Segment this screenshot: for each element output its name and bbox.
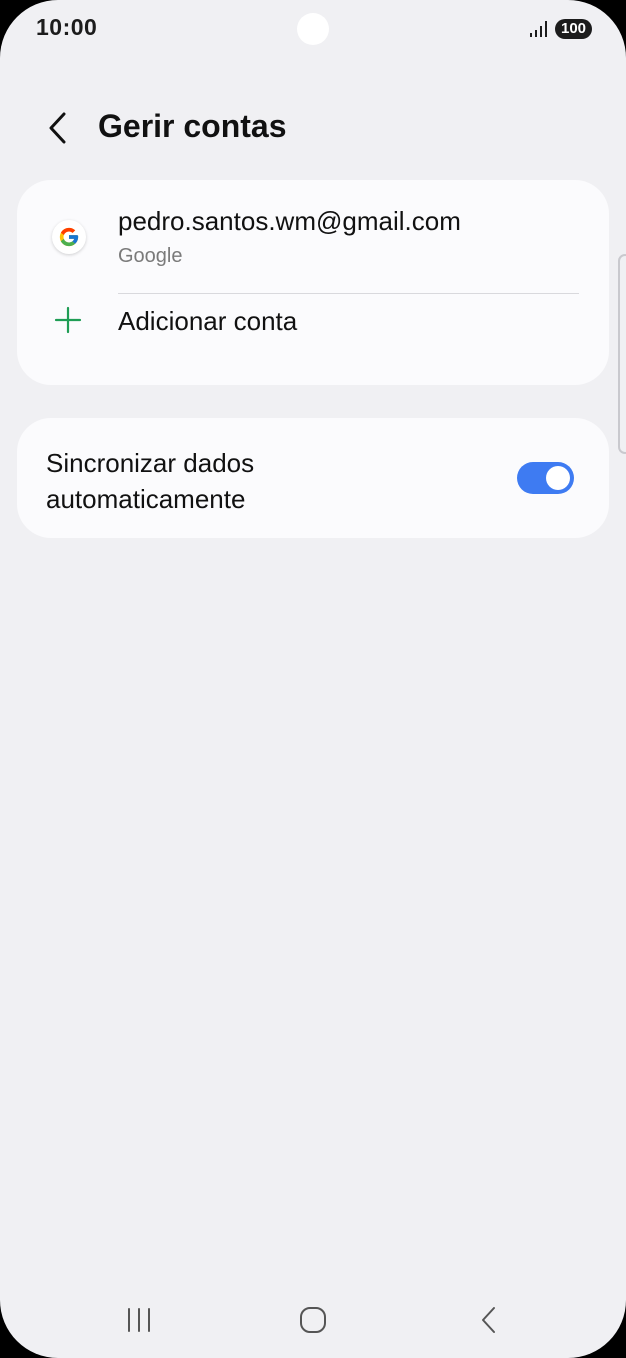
account-row[interactable]: pedro.santos.wm@gmail.com Google <box>17 180 609 293</box>
recents-icon <box>128 1308 150 1332</box>
back-icon <box>482 1307 495 1333</box>
status-time: 10:00 <box>36 14 98 40</box>
front-camera <box>297 13 329 45</box>
navigation-bar <box>0 1290 626 1350</box>
toggle-knob <box>546 466 570 490</box>
recents-button[interactable] <box>117 1300 161 1340</box>
plus-icon <box>54 306 82 334</box>
page-title: Gerir contas <box>98 108 287 144</box>
nav-back-button[interactable] <box>467 1300 511 1340</box>
add-account-button[interactable]: Adicionar conta <box>17 294 609 385</box>
phone-screen: 10:00 100 Gerir contas pedro.santos.wm@g… <box>0 0 626 1358</box>
add-account-label: Adicionar conta <box>118 306 298 336</box>
battery-badge: 100 <box>555 19 592 39</box>
home-icon <box>300 1307 326 1333</box>
account-type: Google <box>118 245 183 267</box>
sync-toggle[interactable] <box>517 462 574 494</box>
account-email: pedro.santos.wm@gmail.com <box>118 206 461 236</box>
header: Gerir contas <box>0 96 626 160</box>
back-button[interactable] <box>34 104 82 152</box>
status-bar: 10:00 100 <box>0 0 626 60</box>
google-icon <box>52 220 86 254</box>
signal-icon <box>530 21 547 37</box>
home-button[interactable] <box>291 1300 335 1340</box>
sync-label: Sincronizar dados automaticamente <box>46 448 255 514</box>
chevron-left-icon <box>49 112 66 144</box>
sync-card[interactable]: Sincronizar dados automaticamente <box>17 418 609 538</box>
scroll-indicator <box>618 254 626 454</box>
accounts-card: pedro.santos.wm@gmail.com Google Adicion… <box>17 180 609 385</box>
